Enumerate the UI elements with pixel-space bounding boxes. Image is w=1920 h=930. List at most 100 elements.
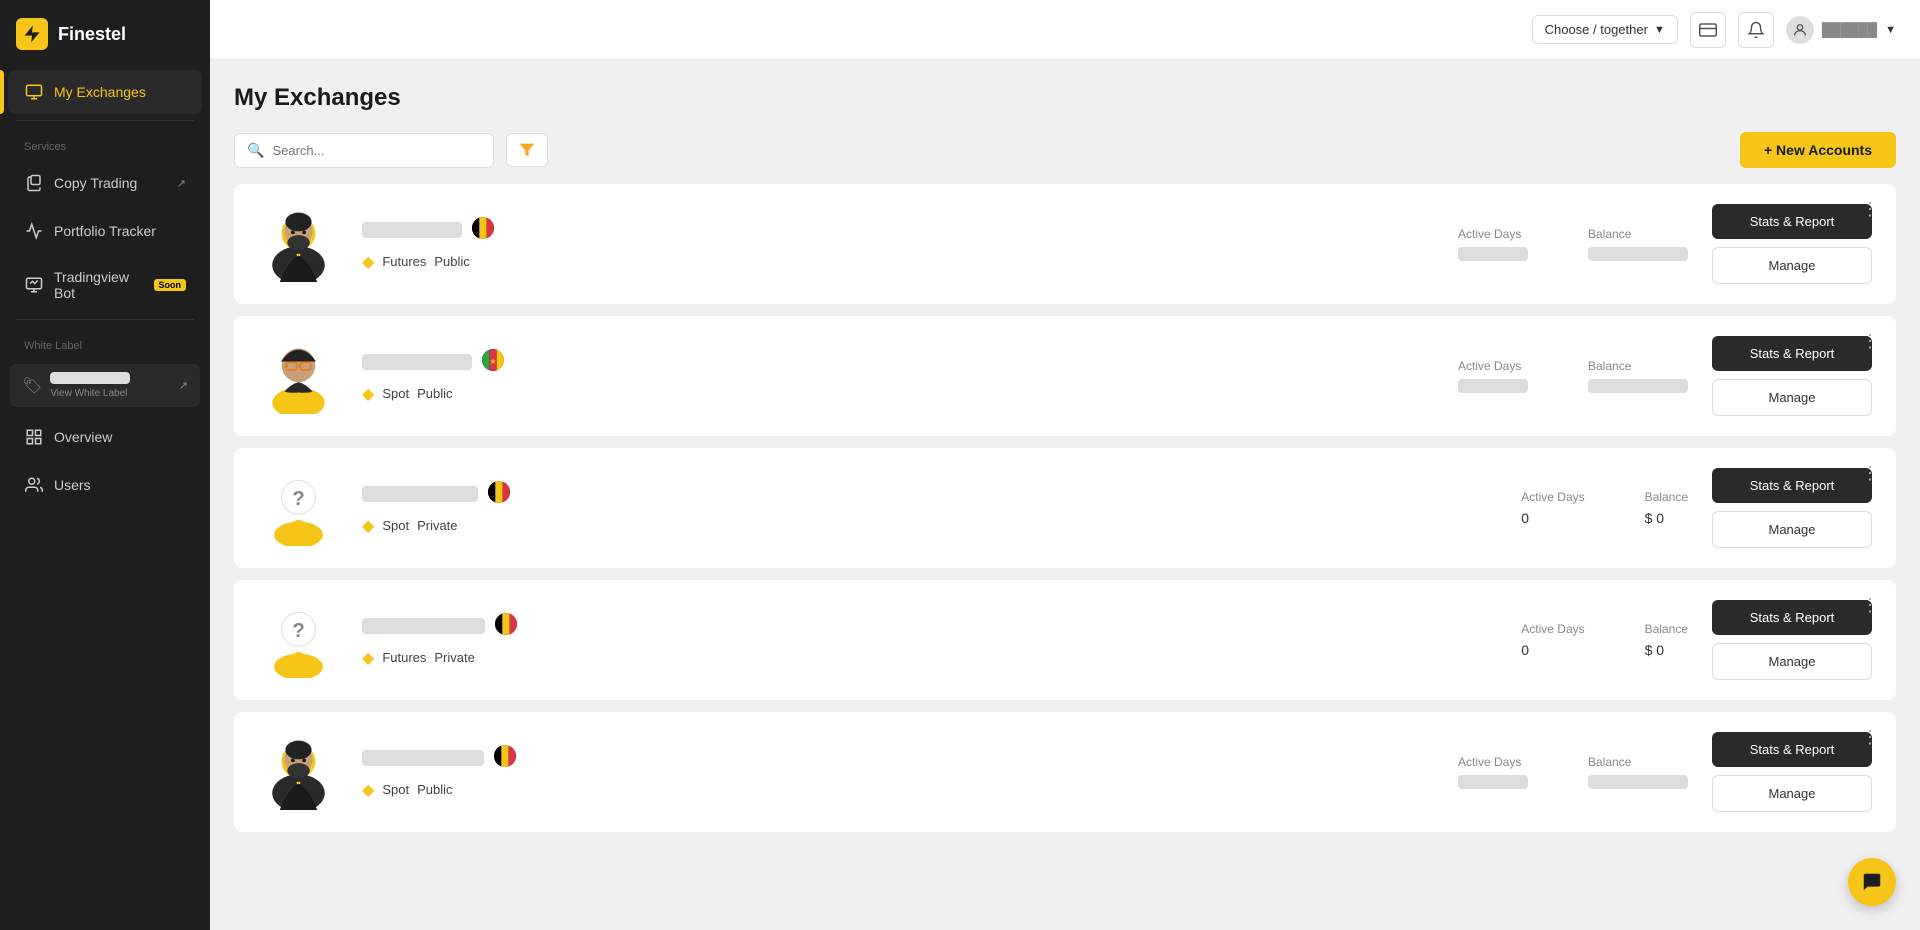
logo-area[interactable]: Finestel — [0, 0, 210, 68]
balance-label: Balance — [1588, 755, 1688, 769]
filter-button[interactable] — [506, 133, 548, 167]
more-options-button[interactable]: ⋮ — [1861, 596, 1880, 614]
card-stats: Active Days Balance — [1458, 227, 1688, 261]
soon-badge: Soon — [154, 279, 187, 291]
account-name-blurred — [362, 618, 485, 634]
balance-group: Balance — [1588, 227, 1688, 261]
sidebar-item-copy-trading[interactable]: Copy Trading ↗ — [8, 161, 202, 205]
card-name-row — [362, 217, 1394, 244]
sidebar-item-users[interactable]: Users — [8, 463, 202, 507]
balance-label: Balance — [1588, 227, 1688, 241]
svg-text:★: ★ — [489, 357, 496, 366]
card-name-row — [362, 613, 1457, 640]
sidebar-label-tradingview-bot: Tradingview Bot — [54, 269, 140, 301]
sidebar-item-my-exchanges[interactable]: My Exchanges — [8, 70, 202, 114]
flag-icon — [494, 745, 516, 772]
manage-button[interactable]: Manage — [1712, 775, 1872, 812]
more-options-button[interactable]: ⋮ — [1861, 464, 1880, 482]
balance-value-blurred — [1588, 379, 1688, 393]
workspace-label: Choose / together — [1545, 22, 1648, 37]
manage-button[interactable]: Manage — [1712, 643, 1872, 680]
account-name-blurred — [362, 750, 484, 766]
notification-button[interactable] — [1738, 12, 1774, 48]
balance-group: Balance — [1588, 359, 1688, 393]
manage-button[interactable]: Manage — [1712, 247, 1872, 284]
top-header: Choose / together ▼ ██████ ▼ — [210, 0, 1920, 60]
account-name-blurred — [362, 222, 462, 238]
active-days-label: Active Days — [1521, 622, 1584, 636]
tag-icon: 🏷 — [22, 376, 42, 396]
visibility: Private — [417, 518, 457, 533]
users-icon — [24, 475, 44, 495]
white-label-box[interactable]: 🏷 View White Label ↗ — [10, 364, 200, 407]
logo-icon — [16, 18, 48, 50]
active-days-group: Active Days — [1458, 227, 1528, 261]
more-options-button[interactable]: ⋮ — [1861, 200, 1880, 218]
visibility: Private — [434, 650, 474, 665]
active-days-group: Active Days — [1458, 755, 1528, 789]
active-days-label: Active Days — [1458, 755, 1528, 769]
svg-text:?: ? — [292, 486, 305, 509]
svg-text:?: ? — [292, 618, 305, 641]
user-chevron-icon: ▼ — [1885, 24, 1896, 36]
card-actions: Stats & Report Manage — [1712, 468, 1872, 548]
exchange-icon — [24, 82, 44, 102]
balance-group: Balance $ 0 — [1645, 490, 1688, 526]
sidebar-item-overview[interactable]: Overview — [8, 415, 202, 459]
account-avatar: ? — [258, 600, 338, 680]
binance-icon: ◆ — [362, 780, 374, 800]
chat-button[interactable] — [1848, 858, 1896, 906]
app-name: Finestel — [58, 24, 126, 45]
stats-report-button[interactable]: Stats & Report — [1712, 468, 1872, 503]
manage-button[interactable]: Manage — [1712, 511, 1872, 548]
flag-icon — [495, 613, 517, 640]
search-box[interactable]: 🔍 — [234, 133, 494, 168]
sidebar-item-tradingview-bot[interactable]: Tradingview Bot Soon — [8, 257, 202, 313]
active-days-value-blurred — [1458, 247, 1528, 261]
card-actions: Stats & Report Manage — [1712, 600, 1872, 680]
flag-icon — [472, 217, 494, 244]
search-input[interactable] — [272, 143, 481, 158]
active-days-label: Active Days — [1458, 227, 1528, 241]
user-menu[interactable]: ██████ ▼ — [1786, 16, 1896, 44]
sidebar-label-users: Users — [54, 477, 91, 493]
trade-type: Futures — [382, 254, 426, 269]
stats-report-button[interactable]: Stats & Report — [1712, 600, 1872, 635]
binance-icon: ◆ — [362, 384, 374, 404]
card-name-row — [362, 745, 1394, 772]
exchange-card: ◆ Spot Public Active Days Balance Stats … — [234, 712, 1896, 832]
more-options-button[interactable]: ⋮ — [1861, 728, 1880, 746]
trade-type: Futures — [382, 650, 426, 665]
sidebar-item-portfolio-tracker[interactable]: Portfolio Tracker — [8, 209, 202, 253]
external-link-icon: ↗ — [177, 177, 186, 190]
card-tags: ◆ Spot Private — [362, 516, 1457, 536]
divider-services — [16, 120, 194, 121]
chevron-down-icon: ▼ — [1654, 24, 1665, 36]
card-name-row: ★ — [362, 349, 1394, 376]
stats-report-button[interactable]: Stats & Report — [1712, 336, 1872, 371]
balance-value: $ 0 — [1645, 510, 1688, 526]
balance-value: $ 0 — [1645, 642, 1688, 658]
wallet-button[interactable] — [1690, 12, 1726, 48]
chart-icon — [24, 221, 44, 241]
manage-button[interactable]: Manage — [1712, 379, 1872, 416]
new-accounts-button[interactable]: + New Accounts — [1740, 132, 1896, 168]
sidebar-label-overview: Overview — [54, 429, 112, 445]
card-actions: Stats & Report Manage — [1712, 204, 1872, 284]
balance-group: Balance $ 0 — [1645, 622, 1688, 658]
stats-report-button[interactable]: Stats & Report — [1712, 732, 1872, 767]
visibility: Public — [434, 254, 469, 269]
account-avatar: ? — [258, 468, 338, 548]
card-info: ◆ Spot Public — [362, 745, 1394, 800]
card-tags: ◆ Futures Public — [362, 252, 1394, 272]
workspace-dropdown[interactable]: Choose / together ▼ — [1532, 15, 1678, 44]
exchange-card: ? ◆ Futures Pri — [234, 580, 1896, 700]
active-days-group: Active Days — [1458, 359, 1528, 393]
new-accounts-label: + New Accounts — [1764, 142, 1872, 158]
stats-report-button[interactable]: Stats & Report — [1712, 204, 1872, 239]
card-info: ◆ Futures Public — [362, 217, 1394, 272]
sidebar-label-copy-trading: Copy Trading — [54, 175, 137, 191]
more-options-button[interactable]: ⋮ — [1861, 332, 1880, 350]
card-info: ◆ Spot Private — [362, 481, 1457, 536]
tv-icon — [24, 275, 44, 295]
